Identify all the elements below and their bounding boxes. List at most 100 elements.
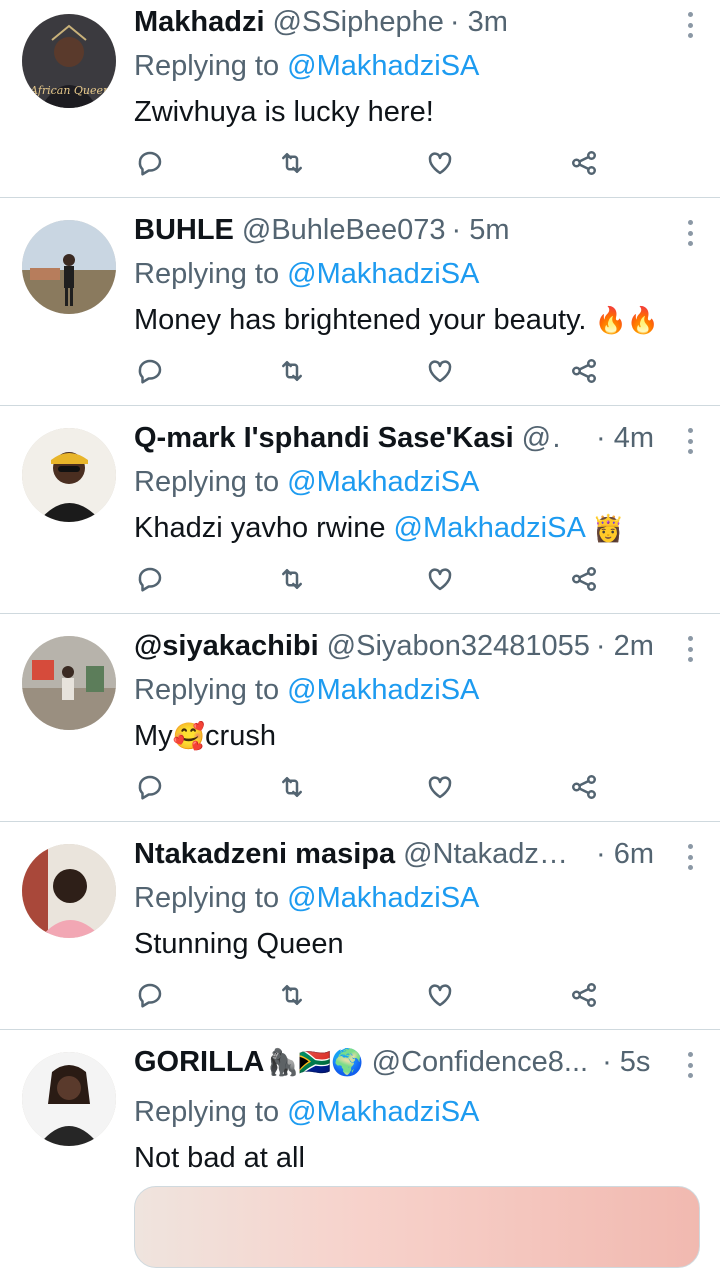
tweet-media-image[interactable] bbox=[134, 1186, 700, 1268]
reply-mention-link[interactable]: @MakhadziSA bbox=[287, 882, 479, 914]
display-name[interactable]: Ntakadzeni masipa bbox=[134, 836, 395, 872]
reply-mention-link[interactable]: @MakhadziSA bbox=[287, 258, 479, 290]
more-vertical-icon[interactable] bbox=[686, 632, 694, 666]
retweet-icon[interactable] bbox=[272, 975, 312, 1015]
avatar-caption: African Queen bbox=[29, 84, 110, 97]
tweet[interactable]: Q-mark I'sphandi Sase'Kasi @... · 4m Rep… bbox=[0, 406, 720, 614]
user-handle[interactable]: @SSiphephe bbox=[273, 4, 444, 40]
more-vertical-icon[interactable] bbox=[686, 8, 694, 42]
tweet-actions bbox=[134, 143, 614, 183]
heart-icon[interactable] bbox=[420, 559, 460, 599]
display-name[interactable]: @siyakachibi bbox=[134, 628, 319, 664]
share-icon[interactable] bbox=[564, 767, 604, 807]
tweet-actions bbox=[134, 351, 614, 391]
share-icon[interactable] bbox=[564, 143, 604, 183]
avatar-image bbox=[22, 1052, 116, 1146]
display-name[interactable]: Makhadzi bbox=[134, 4, 265, 40]
retweet-icon[interactable] bbox=[272, 559, 312, 599]
reply-icon[interactable] bbox=[130, 767, 170, 807]
avatar-image: African Queen bbox=[22, 14, 116, 108]
avatar[interactable] bbox=[22, 220, 116, 314]
heart-icon[interactable] bbox=[420, 767, 460, 807]
retweet-icon[interactable] bbox=[272, 767, 312, 807]
replying-to: Replying to @MakhadziSA bbox=[134, 256, 479, 292]
tweet-text: Khadzi yavho rwine @MakhadziSA 👸 bbox=[134, 509, 690, 548]
avatar[interactable] bbox=[22, 1052, 116, 1146]
tweet[interactable]: Ntakadzeni masipa @Ntakadze... · 6m Repl… bbox=[0, 822, 720, 1030]
replying-prefix: Replying to bbox=[134, 50, 280, 82]
smiling-hearts-emoji: 🥰 bbox=[172, 722, 206, 752]
text-mention-link[interactable]: @MakhadziSA bbox=[394, 512, 585, 544]
tweet-text: My🥰crush bbox=[134, 717, 690, 756]
reply-icon[interactable] bbox=[130, 143, 170, 183]
reply-mention-link[interactable]: @MakhadziSA bbox=[287, 1096, 479, 1128]
reply-icon[interactable] bbox=[130, 975, 170, 1015]
replying-prefix: Replying to bbox=[134, 1096, 280, 1128]
reply-icon[interactable] bbox=[130, 351, 170, 391]
fire-emoji: 🔥🔥 bbox=[594, 306, 660, 336]
tweet[interactable]: BUHLE @BuhleBee073 · 5m Replying to @Mak… bbox=[0, 198, 720, 406]
timestamp[interactable]: · 4m bbox=[596, 420, 654, 456]
user-handle[interactable]: @Ntakadze... bbox=[403, 836, 578, 872]
replying-to: Replying to @MakhadziSA bbox=[134, 1094, 479, 1130]
share-icon[interactable] bbox=[564, 559, 604, 599]
timestamp[interactable]: · 6m bbox=[596, 836, 654, 872]
reply-mention-link[interactable]: @MakhadziSA bbox=[287, 50, 479, 82]
timestamp[interactable]: · 3m bbox=[450, 4, 508, 40]
tweet-text: Money has brightened your beauty. 🔥🔥 bbox=[134, 301, 690, 340]
user-handle[interactable]: @Siyabon32481055 bbox=[327, 628, 590, 664]
heart-icon[interactable] bbox=[420, 351, 460, 391]
tweet-text-content: Not bad at all bbox=[134, 1142, 305, 1174]
tweet-header: BUHLE @BuhleBee073 · 5m bbox=[134, 212, 654, 248]
avatar-image bbox=[22, 844, 116, 938]
avatar-image bbox=[22, 428, 116, 522]
retweet-icon[interactable] bbox=[272, 143, 312, 183]
more-vertical-icon[interactable] bbox=[686, 216, 694, 250]
heart-icon[interactable] bbox=[420, 143, 460, 183]
display-name[interactable]: BUHLE bbox=[134, 212, 234, 248]
user-handle[interactable]: @BuhleBee073 bbox=[242, 212, 446, 248]
tweet-text-content: Money has brightened your beauty. bbox=[134, 304, 587, 336]
avatar-image bbox=[22, 636, 116, 730]
avatar[interactable]: African Queen bbox=[22, 14, 116, 108]
replying-prefix: Replying to bbox=[134, 674, 280, 706]
avatar[interactable] bbox=[22, 636, 116, 730]
share-icon[interactable] bbox=[564, 351, 604, 391]
replying-prefix: Replying to bbox=[134, 258, 280, 290]
replying-to: Replying to @MakhadziSA bbox=[134, 464, 479, 500]
tweet-actions bbox=[134, 767, 614, 807]
tweet-actions bbox=[134, 559, 614, 599]
tweet[interactable]: African Queen Makhadzi @SSiphephe · 3m R… bbox=[0, 0, 720, 198]
tweet-text-after: crush bbox=[205, 720, 276, 752]
princess-emoji: 👸 bbox=[592, 514, 625, 544]
replying-to: Replying to @MakhadziSA bbox=[134, 880, 479, 916]
timestamp[interactable]: · 5s bbox=[602, 1044, 650, 1080]
tweet-text-content: Khadzi yavho rwine bbox=[134, 512, 386, 544]
tweet-text: Zwivhuya is lucky here! bbox=[134, 93, 690, 131]
tweet-header: GORILLA 🦍🇿🇦🌍 @Confidence8... · 5s bbox=[134, 1044, 654, 1080]
share-icon[interactable] bbox=[564, 975, 604, 1015]
avatar[interactable] bbox=[22, 428, 116, 522]
reply-mention-link[interactable]: @MakhadziSA bbox=[287, 466, 479, 498]
user-handle[interactable]: @... bbox=[522, 420, 560, 456]
tweet-text-content: My bbox=[134, 720, 173, 752]
timestamp[interactable]: · 5m bbox=[452, 212, 510, 248]
heart-icon[interactable] bbox=[420, 975, 460, 1015]
avatar-image bbox=[22, 220, 116, 314]
replying-to: Replying to @MakhadziSA bbox=[134, 672, 479, 708]
more-vertical-icon[interactable] bbox=[686, 1048, 694, 1082]
more-vertical-icon[interactable] bbox=[686, 840, 694, 874]
avatar[interactable] bbox=[22, 844, 116, 938]
reply-icon[interactable] bbox=[130, 559, 170, 599]
display-name[interactable]: GORILLA bbox=[134, 1044, 265, 1080]
reply-mention-link[interactable]: @MakhadziSA bbox=[287, 674, 479, 706]
tweet-text-content: Zwivhuya is lucky here! bbox=[134, 96, 434, 128]
timestamp[interactable]: · 2m bbox=[596, 628, 654, 664]
retweet-icon[interactable] bbox=[272, 351, 312, 391]
replying-to: Replying to @MakhadziSA bbox=[134, 48, 479, 84]
more-vertical-icon[interactable] bbox=[686, 424, 694, 458]
user-handle[interactable]: @Confidence8... bbox=[372, 1044, 588, 1080]
display-name[interactable]: Q-mark I'sphandi Sase'Kasi bbox=[134, 420, 514, 456]
tweet-header: Ntakadzeni masipa @Ntakadze... · 6m bbox=[134, 836, 654, 872]
tweet[interactable]: @siyakachibi @Siyabon32481055 · 2m Reply… bbox=[0, 614, 720, 822]
